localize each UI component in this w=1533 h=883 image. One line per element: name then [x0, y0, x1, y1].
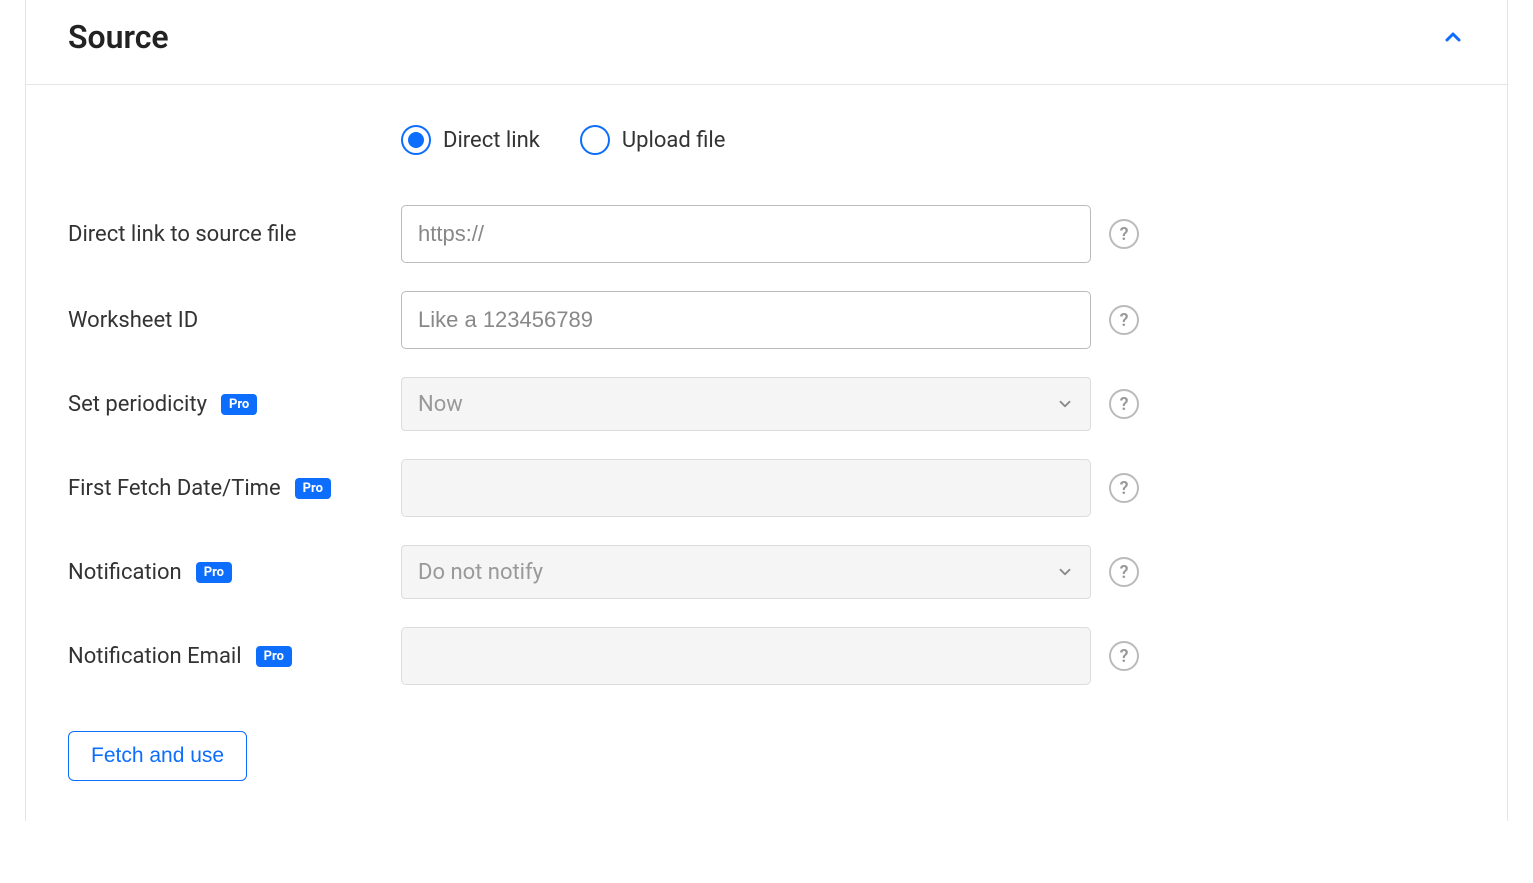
pro-badge: Pro: [295, 478, 331, 499]
row-notification-email: Notification Email Pro ?: [68, 627, 1465, 685]
label-direct-link: Direct link to source file: [68, 222, 296, 247]
radio-upload-file[interactable]: Upload file: [580, 125, 726, 155]
radio-direct-link[interactable]: Direct link: [401, 125, 540, 155]
chevron-down-icon: [1056, 395, 1074, 413]
row-notification: Notification Pro Do not notify ?: [68, 545, 1465, 599]
chevron-up-icon[interactable]: [1441, 25, 1465, 49]
radio-label: Direct link: [443, 128, 540, 153]
source-panel: Source Direct link Upload file Direct li…: [25, 0, 1508, 821]
row-worksheet-id: Worksheet ID ?: [68, 291, 1465, 349]
action-row: Fetch and use: [68, 731, 1465, 781]
select-value: Do not notify: [418, 560, 543, 585]
radio-label: Upload file: [622, 128, 726, 153]
source-type-radios: Direct link Upload file: [401, 125, 1465, 155]
chevron-down-icon: [1056, 563, 1074, 581]
label-worksheet-id: Worksheet ID: [68, 308, 198, 333]
radio-circle-icon: [401, 125, 431, 155]
help-icon[interactable]: ?: [1109, 641, 1139, 671]
periodicity-select: Now: [401, 377, 1091, 431]
pro-badge: Pro: [256, 646, 292, 667]
row-first-fetch: First Fetch Date/Time Pro ?: [68, 459, 1465, 517]
panel-title: Source: [68, 18, 169, 56]
worksheet-id-input[interactable]: [401, 291, 1091, 349]
pro-badge: Pro: [221, 394, 257, 415]
label-notification-email: Notification Email: [68, 644, 242, 669]
row-periodicity: Set periodicity Pro Now ?: [68, 377, 1465, 431]
row-direct-link: Direct link to source file ?: [68, 205, 1465, 263]
label-periodicity: Set periodicity: [68, 392, 207, 417]
help-icon[interactable]: ?: [1109, 557, 1139, 587]
select-value: Now: [418, 392, 463, 417]
first-fetch-input: [401, 459, 1091, 517]
help-icon[interactable]: ?: [1109, 389, 1139, 419]
help-icon[interactable]: ?: [1109, 473, 1139, 503]
fetch-and-use-button[interactable]: Fetch and use: [68, 731, 247, 781]
notification-email-input: [401, 627, 1091, 685]
notification-select: Do not notify: [401, 545, 1091, 599]
radio-circle-icon: [580, 125, 610, 155]
help-icon[interactable]: ?: [1109, 305, 1139, 335]
pro-badge: Pro: [196, 562, 232, 583]
direct-link-input[interactable]: [401, 205, 1091, 263]
label-first-fetch: First Fetch Date/Time: [68, 476, 281, 501]
panel-body: Direct link Upload file Direct link to s…: [26, 85, 1507, 821]
help-icon[interactable]: ?: [1109, 219, 1139, 249]
panel-header: Source: [26, 0, 1507, 85]
label-notification: Notification: [68, 560, 182, 585]
